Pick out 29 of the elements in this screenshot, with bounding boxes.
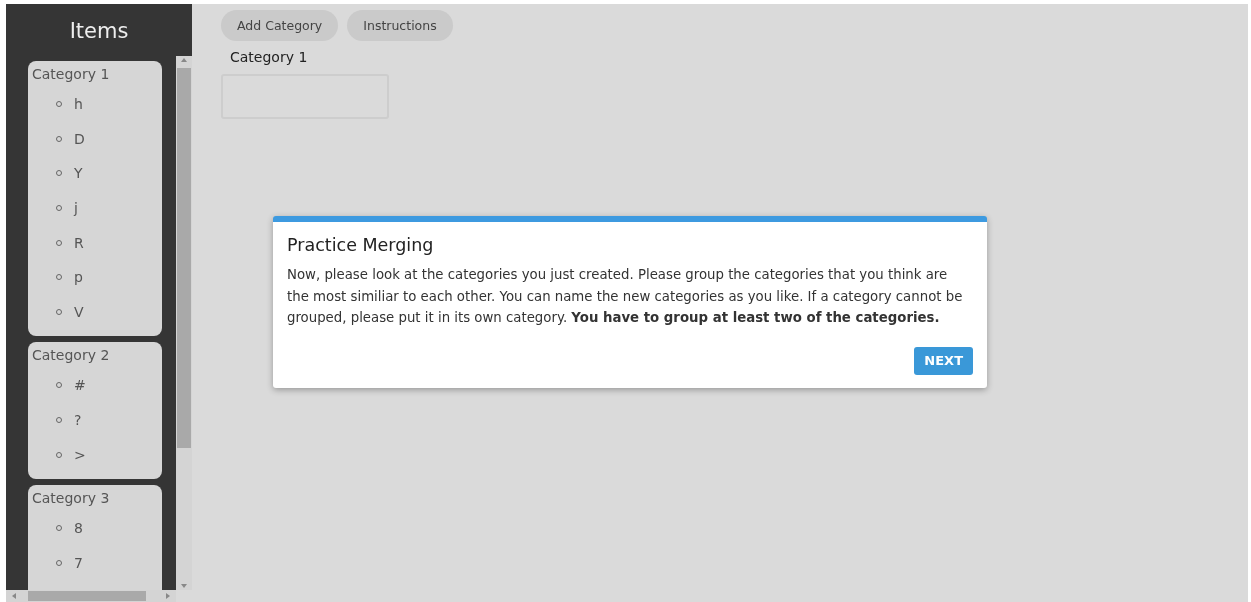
list-item[interactable]: D <box>74 130 85 147</box>
scroll-left-icon[interactable] <box>10 592 18 600</box>
list-item[interactable]: Y <box>74 165 83 182</box>
list-item[interactable]: R <box>74 234 84 251</box>
category-title: Category 3 <box>32 489 111 508</box>
scrollbar-thumb[interactable] <box>177 68 191 448</box>
toolbar-button[interactable]: Add Category <box>221 10 339 41</box>
category-title: Category 1 <box>230 49 309 65</box>
dialog-title: Practice Merging <box>287 235 435 255</box>
list-item[interactable]: 8 <box>74 520 83 537</box>
list-item[interactable]: p <box>74 269 83 286</box>
sidebar-title: Items <box>68 18 130 45</box>
list-item[interactable]: ? <box>74 412 82 429</box>
list-item[interactable]: # <box>74 377 86 394</box>
dialog-text: Now, please look at the categories you just created. Please group the categories that you think are the most similiar to each other. You can name the new categories as you like. If a category cannot be grouped, please put it in its own category. You have to group at least two of the categories. <box>287 266 964 327</box>
list-item[interactable]: h <box>74 96 83 113</box>
scrollbar-thumb[interactable] <box>28 591 146 601</box>
scroll-up-icon[interactable] <box>180 56 188 64</box>
list-item[interactable]: V <box>74 303 84 320</box>
horizontal-scrollbar[interactable] <box>6 590 176 602</box>
toolbar-button[interactable]: Instructions <box>347 10 453 41</box>
category-title: Category 2 <box>32 347 111 366</box>
next-button[interactable]: NEXT <box>914 346 973 375</box>
list-item[interactable]: > <box>74 446 86 463</box>
category-title: Category 1 <box>32 66 111 84</box>
scroll-right-icon[interactable] <box>164 592 172 600</box>
list-item[interactable]: 7 <box>74 554 83 571</box>
vertical-scrollbar[interactable] <box>176 56 192 590</box>
list-item[interactable]: j <box>74 200 78 217</box>
